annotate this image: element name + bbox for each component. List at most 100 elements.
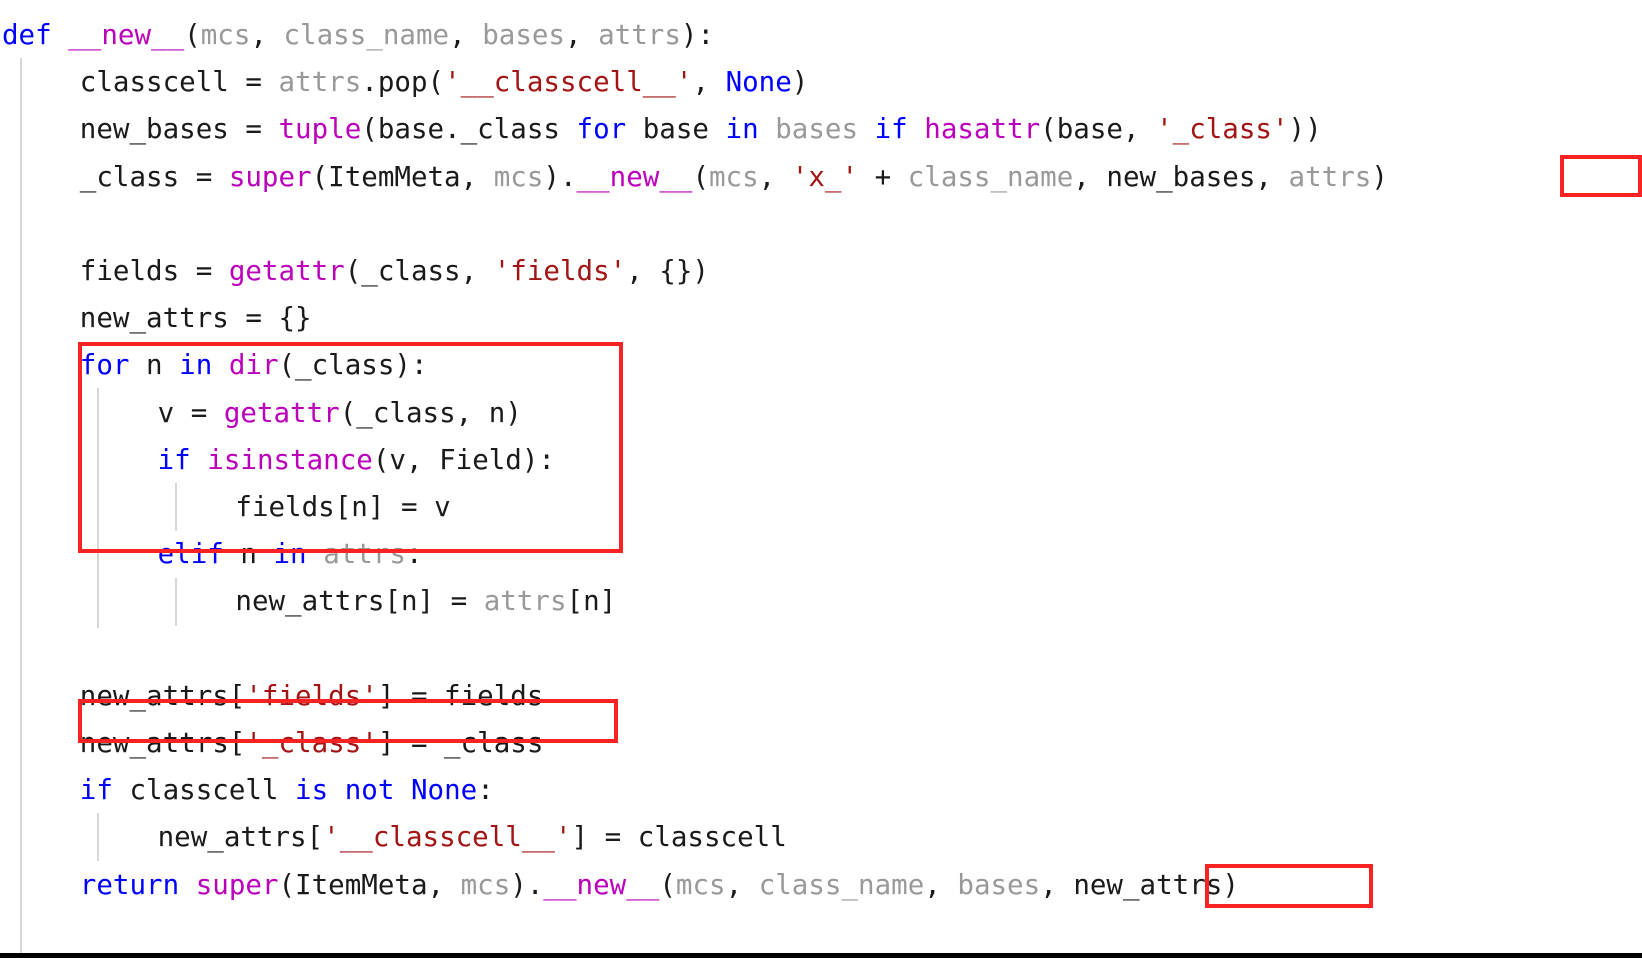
code-token: n	[223, 538, 274, 571]
code-token: mcs	[493, 160, 544, 193]
code-token: (ItemMeta,	[311, 160, 494, 193]
code-token: new_attrs[	[157, 821, 324, 854]
code-token: getattr	[228, 255, 345, 287]
code-token: 'fields'	[493, 255, 627, 287]
code-token: ] = _class	[377, 727, 544, 759]
code-token: __new__	[543, 868, 660, 901]
code-line[interactable]: classcell = attrs.pop('__classcell__', N…	[80, 59, 809, 106]
code-token: +	[858, 160, 908, 193]
code-token: )	[791, 66, 809, 99]
code-token: __new__	[68, 19, 185, 51]
code-token: fields[n] = v	[235, 491, 451, 523]
code-token: (	[184, 19, 201, 51]
code-line[interactable]: fields = getattr(_class, 'fields', {})	[80, 248, 709, 295]
code-token: if	[157, 443, 191, 476]
code-token: (	[659, 868, 676, 901]
code-token: new_attrs = {}	[79, 302, 312, 335]
code-editor-area[interactable]: def __new__(mcs, class_name, bases, attr…	[0, 0, 1642, 953]
code-token: bases	[482, 19, 565, 51]
code-token: .pop(	[361, 66, 445, 99]
code-token: )	[1222, 868, 1239, 901]
code-token: ,	[565, 19, 599, 51]
code-line[interactable]: def __new__(mcs, class_name, bases, attr…	[2, 12, 714, 59]
code-token: class_name	[283, 19, 450, 51]
code-line[interactable]: fields[n] = v	[235, 484, 450, 531]
code-token: isinstance	[207, 443, 373, 476]
code-token: ))	[1288, 113, 1322, 146]
code-token: not	[344, 774, 395, 807]
code-token: :	[405, 538, 423, 571]
code-token: super	[228, 160, 312, 193]
code-token: mcs	[460, 868, 511, 901]
code-token: '_class'	[245, 727, 378, 759]
code-token: v =	[157, 396, 224, 429]
code-token: ,	[1040, 868, 1074, 901]
code-token: new_attrs[	[79, 679, 246, 712]
code-token: if	[79, 774, 113, 807]
code-token: new_attrs[n] =	[235, 585, 484, 618]
code-token: hasattr	[924, 113, 1041, 146]
code-token: dir	[228, 349, 279, 382]
code-token: (_class,	[344, 255, 494, 287]
code-line[interactable]: elif n in attrs:	[158, 531, 423, 578]
code-line[interactable]: _class = super(ItemMeta, mcs).__new__(mc…	[80, 154, 1388, 201]
code-token: ] = classcell	[571, 821, 787, 854]
code-line[interactable]: new_attrs[n] = attrs[n]	[235, 578, 616, 625]
code-token: attrs	[278, 66, 362, 99]
code-token: _class =	[79, 160, 229, 193]
code-token: ] = fields	[377, 679, 544, 712]
code-token: in	[725, 113, 759, 146]
code-token: for	[576, 113, 627, 146]
indent-guide	[175, 578, 177, 626]
code-token: '__classcell__'	[323, 821, 572, 854]
indent-guide	[97, 388, 99, 628]
code-line[interactable]: for n in dir(_class):	[80, 342, 428, 389]
code-token: 'x_'	[791, 160, 859, 193]
code-token: base	[626, 113, 726, 146]
code-token: (base._class	[361, 113, 577, 146]
code-line[interactable]: new_attrs['__classcell__'] = classcell	[158, 814, 787, 861]
code-token: tuple	[278, 113, 362, 146]
code-line[interactable]: return super(ItemMeta, mcs).__new__(mcs,…	[80, 862, 1239, 909]
code-token: attrs	[483, 585, 567, 618]
code-token: (v, Field):	[372, 443, 555, 476]
code-token: (	[692, 160, 709, 193]
code-token: ,	[1255, 160, 1289, 193]
indent-guide	[20, 58, 22, 953]
code-token: , {})	[626, 255, 709, 287]
code-screenshot-root: def __new__(mcs, class_name, bases, attr…	[0, 0, 1642, 958]
code-token: (_class, n)	[339, 396, 522, 429]
code-token: '_class'	[1156, 113, 1289, 146]
code-token: ).	[510, 868, 544, 901]
code-token: ):	[680, 19, 715, 51]
code-line[interactable]: if isinstance(v, Field):	[158, 437, 555, 484]
code-token: bases	[957, 868, 1041, 901]
code-token: '__classcell__'	[444, 66, 693, 99]
code-line[interactable]: new_attrs['_class'] = _class	[80, 720, 544, 767]
code-token: mcs	[709, 160, 759, 193]
code-line[interactable]: new_bases = tuple(base._class for base i…	[80, 106, 1322, 153]
code-token: (_class):	[278, 349, 428, 382]
code-token: new_bases =	[79, 113, 279, 146]
code-token: ,	[449, 19, 483, 51]
code-token: ,	[758, 160, 792, 193]
code-token: ,	[725, 868, 759, 901]
code-token: new_attrs	[1073, 868, 1223, 901]
indent-guide	[175, 483, 177, 531]
code-token: __new__	[576, 160, 693, 193]
code-line[interactable]: new_attrs = {}	[80, 295, 312, 342]
code-line[interactable]: new_attrs['fields'] = fields	[80, 673, 544, 720]
code-line[interactable]: v = getattr(_class, n)	[158, 390, 522, 437]
code-token: None	[410, 774, 478, 807]
code-line[interactable]: if classcell is not None:	[80, 767, 494, 814]
code-token: fields =	[79, 255, 229, 287]
code-token: 'fields'	[245, 679, 378, 712]
code-token: classcell =	[79, 66, 279, 99]
code-token: in	[179, 349, 213, 382]
code-token: None	[725, 66, 792, 99]
